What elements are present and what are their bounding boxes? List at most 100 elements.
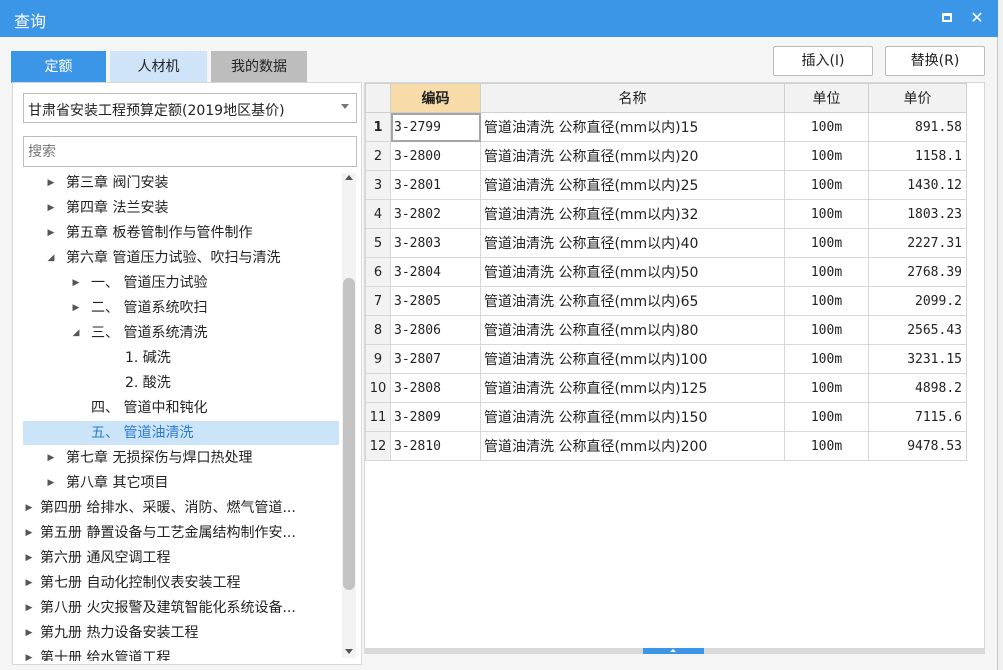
collapsed-caret-icon[interactable]: ▶ [70,296,82,320]
tab-quota[interactable]: 定额 [11,51,106,83]
tree-node[interactable]: ▶ 第七章 无损探伤与焊口热处理 [23,446,339,470]
column-header-code[interactable]: 编码 [390,83,481,113]
tree-scrollbar[interactable] [342,173,356,658]
tree-node[interactable]: ◢ 第六章 管道压力试验、吹扫与清洗 [23,246,339,270]
close-icon[interactable]: ✕ [968,9,986,27]
name-cell[interactable]: 管道油清洗 公称直径(mm以内)32 [480,199,785,229]
row-number[interactable]: 11 [365,402,391,432]
table-row[interactable]: 4 3-2802 管道油清洗 公称直径(mm以内)32 100m 1803.23 [365,199,967,229]
unit-cell[interactable]: 100m [784,402,869,432]
name-cell[interactable]: 管道油清洗 公称直径(mm以内)20 [480,141,785,171]
price-cell[interactable]: 2565.43 [868,315,967,345]
column-header-name[interactable]: 名称 [480,83,785,113]
code-cell[interactable]: 3-2803 [390,228,481,258]
price-cell[interactable]: 1158.1 [868,141,967,171]
search-input[interactable] [23,136,357,167]
price-cell[interactable]: 4898.2 [868,373,967,403]
name-cell[interactable]: 管道油清洗 公称直径(mm以内)50 [480,257,785,287]
scrollbar-thumb[interactable] [343,278,355,590]
title-bar[interactable]: 查询 ✕ [0,0,998,37]
tree-node[interactable]: ▶ 第九册 热力设备安装工程 [23,621,339,645]
name-cell[interactable]: 管道油清洗 公称直径(mm以内)80 [480,315,785,345]
tree-node[interactable]: ▶ 第三章 阀门安装 [23,171,339,195]
unit-cell[interactable]: 100m [784,228,869,258]
column-header-unit[interactable]: 单位 [784,83,869,113]
collapsed-caret-icon[interactable]: ▶ [45,196,57,220]
name-cell[interactable]: 管道油清洗 公称直径(mm以内)150 [480,402,785,432]
unit-cell[interactable]: 100m [784,286,869,316]
name-cell[interactable]: 管道油清洗 公称直径(mm以内)15 [480,112,785,142]
tree-node[interactable]: 五、 管道油清洗 [23,421,339,445]
tree-node[interactable]: ▶ 第五章 板卷管制作与管件制作 [23,221,339,245]
price-cell[interactable]: 7115.6 [868,402,967,432]
unit-cell[interactable]: 100m [784,170,869,200]
name-cell[interactable]: 管道油清洗 公称直径(mm以内)40 [480,228,785,258]
collapsed-caret-icon[interactable]: ▶ [45,221,57,245]
row-number[interactable]: 12 [365,431,391,461]
code-cell[interactable]: 3-2801 [390,170,481,200]
unit-cell[interactable]: 100m [784,315,869,345]
tree-node[interactable]: ▶ 第六册 通风空调工程 [23,546,339,570]
tree-node[interactable]: ▶ 第十册 给水管道工程 [23,646,339,661]
table-row[interactable]: 2 3-2800 管道油清洗 公称直径(mm以内)20 100m 1158.1 [365,141,967,171]
unit-cell[interactable]: 100m [784,199,869,229]
unit-cell[interactable]: 100m [784,141,869,171]
replace-button[interactable]: 替换(R) [885,46,985,76]
name-cell[interactable]: 管道油清洗 公称直径(mm以内)65 [480,286,785,316]
table-row[interactable]: 6 3-2804 管道油清洗 公称直径(mm以内)50 100m 2768.39 [365,257,967,287]
code-cell[interactable]: 3-2802 [390,199,481,229]
splitter-grip[interactable] [643,648,704,654]
collapsed-caret-icon[interactable]: ▶ [23,596,35,620]
maximize-icon[interactable] [938,9,956,27]
table-row[interactable]: 8 3-2806 管道油清洗 公称直径(mm以内)80 100m 2565.43 [365,315,967,345]
code-cell[interactable]: 3-2809 [390,402,481,432]
tree-node[interactable]: ▶ 第四册 给排水、采暖、消防、燃气管道... [23,496,339,520]
tree-node[interactable]: ▶ 一、 管道压力试验 [23,271,339,295]
tab-labor-material-machine[interactable]: 人材机 [110,51,207,83]
code-cell[interactable]: 3-2805 [390,286,481,316]
name-cell[interactable]: 管道油清洗 公称直径(mm以内)200 [480,431,785,461]
collapsed-caret-icon[interactable]: ▶ [45,471,57,495]
tab-my-data[interactable]: 我的数据 [211,51,307,83]
tree-node[interactable]: 四、 管道中和钝化 [23,396,339,420]
scroll-up-icon[interactable] [345,175,353,180]
unit-cell[interactable]: 100m [784,112,869,142]
name-cell[interactable]: 管道油清洗 公称直径(mm以内)100 [480,344,785,374]
tree-node[interactable]: 2. 酸洗 [23,371,339,395]
insert-button[interactable]: 插入(I) [773,46,873,76]
unit-cell[interactable]: 100m [784,431,869,461]
unit-cell[interactable]: 100m [784,344,869,374]
code-cell[interactable]: 3-2799 [390,112,481,142]
price-cell[interactable]: 1803.23 [868,199,967,229]
code-cell[interactable]: 3-2806 [390,315,481,345]
tree-node[interactable]: ▶ 第五册 静置设备与工艺金属结构制作安... [23,521,339,545]
tree-node[interactable]: ▶ 第七册 自动化控制仪表安装工程 [23,571,339,595]
collapsed-caret-icon[interactable]: ▶ [45,446,57,470]
tree-node[interactable]: ▶ 二、 管道系统吹扫 [23,296,339,320]
table-row[interactable]: 3 3-2801 管道油清洗 公称直径(mm以内)25 100m 1430.12 [365,170,967,200]
row-number[interactable]: 5 [365,228,391,258]
name-cell[interactable]: 管道油清洗 公称直径(mm以内)125 [480,373,785,403]
tree-node[interactable]: ▶ 第四章 法兰安装 [23,196,339,220]
code-cell[interactable]: 3-2807 [390,344,481,374]
unit-cell[interactable]: 100m [784,257,869,287]
scroll-down-icon[interactable] [345,649,353,654]
collapsed-caret-icon[interactable]: ▶ [23,496,35,520]
table-row[interactable]: 9 3-2807 管道油清洗 公称直径(mm以内)100 100m 3231.15 [365,344,967,374]
row-number[interactable]: 6 [365,257,391,287]
table-row[interactable]: 7 3-2805 管道油清洗 公称直径(mm以内)65 100m 2099.2 [365,286,967,316]
code-cell[interactable]: 3-2810 [390,431,481,461]
tree-node[interactable]: ▶ 第八册 火灾报警及建筑智能化系统设备... [23,596,339,620]
expanded-caret-icon[interactable]: ◢ [45,246,57,270]
price-cell[interactable]: 891.58 [868,112,967,142]
row-number[interactable]: 7 [365,286,391,316]
row-number[interactable]: 2 [365,141,391,171]
row-number[interactable]: 8 [365,315,391,345]
grid-splitter[interactable] [364,648,985,654]
collapsed-caret-icon[interactable]: ▶ [23,521,35,545]
collapsed-caret-icon[interactable]: ▶ [23,571,35,595]
code-cell[interactable]: 3-2804 [390,257,481,287]
row-number[interactable]: 1 [365,112,391,142]
collapsed-caret-icon[interactable]: ▶ [45,171,57,195]
column-header-price[interactable]: 单价 [868,83,967,113]
